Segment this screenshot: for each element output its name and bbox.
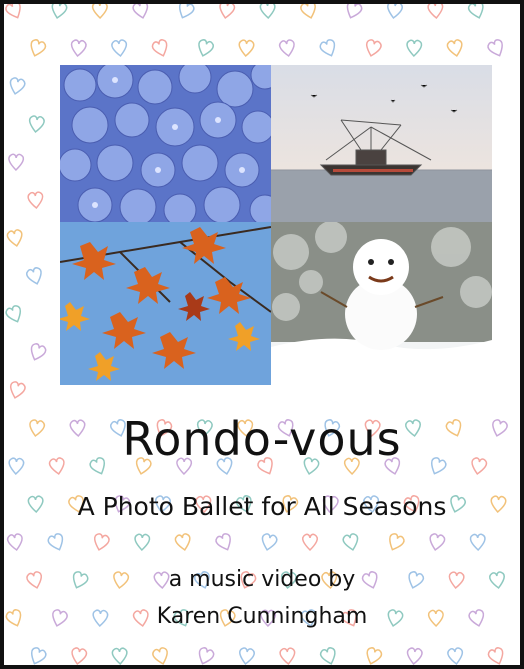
heart-icon <box>174 4 196 22</box>
heart-icon <box>301 533 319 551</box>
heart-icon <box>363 38 383 59</box>
heart-icon <box>278 647 297 665</box>
heart-icon <box>91 4 109 19</box>
heart-icon <box>385 4 404 20</box>
heart-icon <box>195 645 216 665</box>
heart-icon <box>486 645 507 665</box>
heart-icon <box>24 265 45 287</box>
heart-icon <box>299 4 319 21</box>
heart-icon <box>384 531 407 554</box>
heart-icon <box>150 37 171 59</box>
heart-icon <box>46 531 67 554</box>
heart-icon <box>213 531 236 554</box>
heart-icon <box>237 39 255 58</box>
heart-icon <box>405 39 423 58</box>
heart-icon <box>427 532 447 553</box>
credit-line-2: Karen Cunningham <box>156 604 368 629</box>
heart-icon <box>259 4 277 20</box>
heart-icon <box>49 4 69 21</box>
poster-title: Rondo-vous <box>122 412 402 466</box>
heart-icon <box>27 114 46 134</box>
heart-icon <box>7 380 27 401</box>
poster-frame: Rondo-vous A Photo Ballet for All Season… <box>0 0 524 669</box>
poster-subtitle: A Photo Ballet for All Seasons <box>77 492 447 521</box>
heart-icon <box>7 76 27 97</box>
heart-icon <box>426 4 445 20</box>
heart-icon <box>318 37 339 60</box>
heart-icon <box>259 532 279 553</box>
heart-icon <box>26 645 48 665</box>
heart-icon <box>469 533 487 552</box>
heart-icon <box>485 37 508 60</box>
heart-icon <box>237 646 256 665</box>
heart-icon <box>5 228 25 249</box>
photo-hydrangea <box>60 65 271 222</box>
heart-icon <box>445 38 465 59</box>
heart-icon <box>7 153 25 171</box>
heart-icon <box>26 191 45 210</box>
credit-line-1: a music video by <box>168 567 356 592</box>
heart-icon <box>111 647 129 665</box>
heart-icon <box>278 38 297 58</box>
photo-snowman <box>271 222 492 385</box>
photo-autumn-leaves <box>60 222 271 385</box>
heart-icon <box>446 646 465 665</box>
heart-icon <box>173 532 193 553</box>
heart-icon <box>110 38 129 58</box>
heart-icon <box>27 341 48 364</box>
heart-icon <box>363 645 384 665</box>
heart-icon <box>341 532 361 553</box>
heart-icon <box>91 532 111 553</box>
heart-icon <box>4 4 26 22</box>
heart-icon <box>133 533 151 552</box>
heart-icon <box>195 37 216 59</box>
heart-icon <box>466 4 487 21</box>
heart-icon <box>69 38 88 58</box>
heart-icon <box>217 4 236 20</box>
heart-icon <box>343 4 364 22</box>
photo-collage <box>60 65 492 385</box>
heart-icon <box>27 37 48 59</box>
heart-icon <box>69 646 88 665</box>
heart-icon <box>151 646 171 665</box>
heart-icon <box>318 645 339 665</box>
heart-icon <box>6 532 25 552</box>
photo-fishing-boat <box>271 65 492 222</box>
heart-icon <box>131 4 151 21</box>
heart-icon <box>405 646 424 665</box>
heart-icon <box>4 303 26 326</box>
